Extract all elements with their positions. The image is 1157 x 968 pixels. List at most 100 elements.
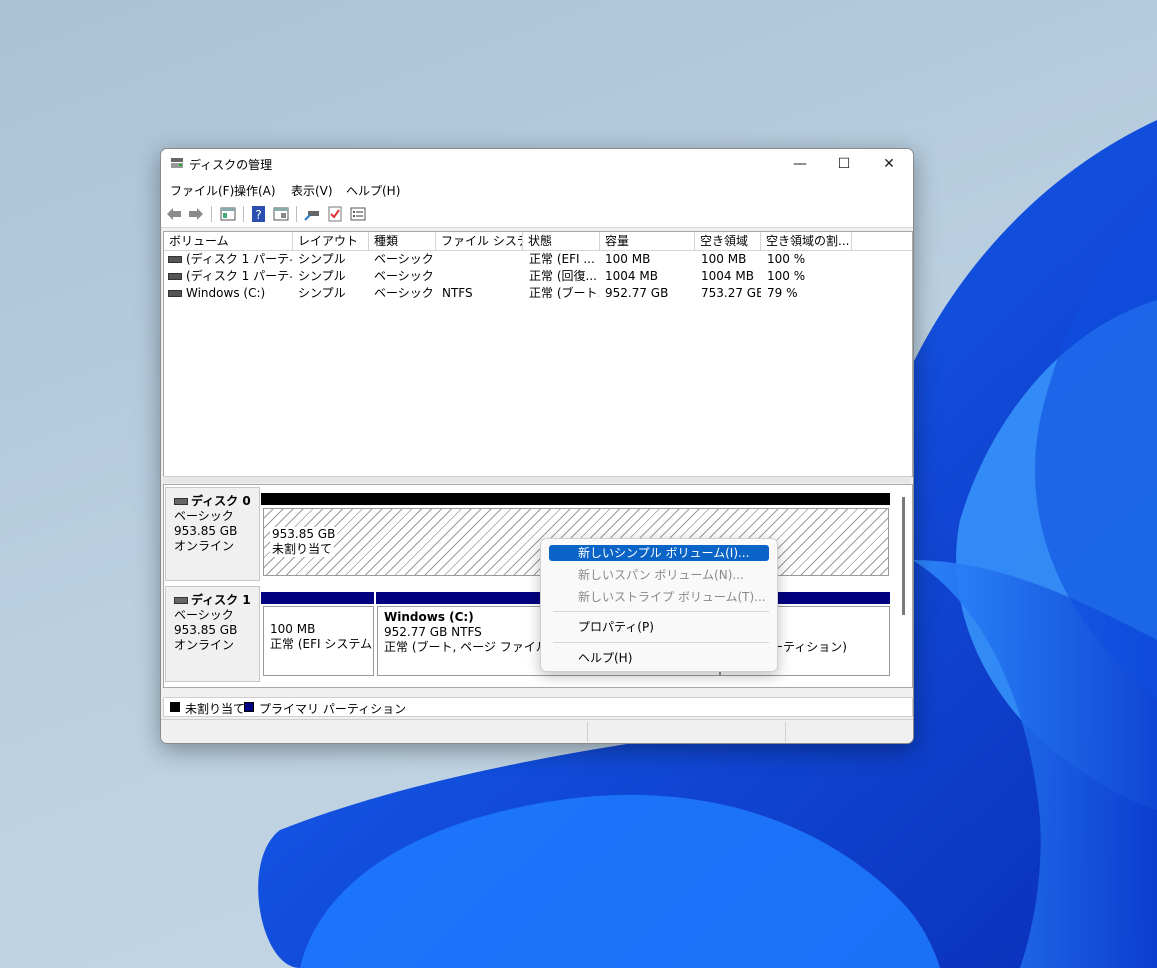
legend-primary-swatch <box>244 702 254 712</box>
menu-help-item[interactable]: ヘルプ(H) <box>549 650 769 666</box>
column-header-capacity[interactable]: 容量 <box>600 232 695 250</box>
volume-cell: (ディスク 1 パーティシ... <box>168 268 292 285</box>
title-bar: ディスクの管理 — ☐ ✕ <box>161 149 913 179</box>
efi-partition-bar <box>261 592 374 604</box>
column-header-status[interactable]: 状態 <box>523 232 600 250</box>
volume-list-header: ボリューム レイアウト 種類 ファイル システム 状態 容量 空き領域 空き領域… <box>164 232 912 251</box>
layout-cell: シンプル <box>298 252 346 266</box>
capacity-cell: 952.77 GB <box>605 286 669 300</box>
volume-row[interactable]: (ディスク 1 パーティシ... シンプル ベーシック 正常 (EFI ... … <box>164 251 912 268</box>
percent-free-cell: 100 % <box>767 269 806 283</box>
status-divider <box>587 722 588 742</box>
pane-splitter[interactable] <box>163 476 911 483</box>
capacity-cell: 1004 MB <box>605 269 658 283</box>
capacity-cell: 100 MB <box>605 252 651 266</box>
free-space-cell: 753.27 GB <box>701 286 761 300</box>
filesystem-cell: NTFS <box>442 286 473 300</box>
status-bar <box>161 719 913 743</box>
connect-disk-icon[interactable] <box>303 205 321 223</box>
toolbar-separator <box>243 206 244 222</box>
status-cell: 正常 (ブート... <box>529 286 599 300</box>
status-divider <box>785 722 786 742</box>
free-space-cell: 1004 MB <box>701 269 754 283</box>
window-title: ディスクの管理 <box>189 158 273 172</box>
disk-graph-view: ディスク 0 ベーシック 953.85 GB オンライン 953.85 GB 未… <box>163 484 913 688</box>
disk-0-label[interactable]: ディスク 0 ベーシック 953.85 GB オンライン <box>165 487 260 581</box>
check-icon[interactable] <box>326 205 344 223</box>
filesystem-cell <box>442 268 522 285</box>
menu-separator <box>553 611 769 612</box>
legend-unallocated-swatch <box>170 702 180 712</box>
disk-status: オンライン <box>174 539 235 553</box>
menu-view[interactable]: 表示(V) <box>291 182 333 199</box>
column-header-volume[interactable]: ボリューム <box>164 232 293 250</box>
type-cell: ベーシック <box>374 286 434 300</box>
disk-management-window: ディスクの管理 — ☐ ✕ ファイル(F) 操作(A) 表示(V) ヘルプ(H)… <box>160 148 914 744</box>
menu-bar: ファイル(F) 操作(A) 表示(V) ヘルプ(H) <box>161 179 913 201</box>
details-icon[interactable] <box>349 205 367 223</box>
volume-row[interactable]: (ディスク 1 パーティシ... シンプル ベーシック 正常 (回復... 10… <box>164 268 912 285</box>
free-space-cell: 100 MB <box>701 252 747 266</box>
efi-partition[interactable]: 100 MB 正常 (EFI システム パ <box>263 606 374 676</box>
drive-icon <box>168 273 182 280</box>
disk-type: ベーシック <box>174 509 234 523</box>
disk-1-label[interactable]: ディスク 1 ベーシック 953.85 GB オンライン <box>165 586 260 682</box>
legend: 未割り当て プライマリ パーティション <box>163 697 913 717</box>
unallocated-size: 953.85 GB <box>270 527 338 542</box>
legend-primary-label: プライマリ パーティション <box>259 702 407 716</box>
disk-icon <box>174 498 188 505</box>
disk-size: 953.85 GB <box>174 524 238 538</box>
menu-new-simple-volume[interactable]: 新しいシンプル ボリューム(I)... <box>549 545 769 561</box>
menu-new-striped-volume[interactable]: 新しいストライプ ボリューム(T)... <box>549 589 769 605</box>
volume-row[interactable]: Windows (C:) シンプル ベーシック NTFS 正常 (ブート... … <box>164 285 912 302</box>
filesystem-cell <box>442 251 522 268</box>
vertical-scrollbar[interactable] <box>902 497 905 615</box>
status-cell: 正常 (回復... <box>529 269 597 283</box>
disk-management-icon <box>171 158 183 168</box>
minimize-button[interactable]: — <box>777 149 823 179</box>
menu-help[interactable]: ヘルプ(H) <box>346 182 400 199</box>
layout-cell: シンプル <box>298 286 346 300</box>
drive-icon <box>168 256 182 263</box>
percent-free-cell: 79 % <box>767 286 798 300</box>
column-header-percent-free[interactable]: 空き領域の割... <box>761 232 852 250</box>
disk-name: ディスク 1 <box>191 593 251 607</box>
forward-arrow-icon[interactable] <box>187 205 205 223</box>
type-cell: ベーシック <box>374 252 434 266</box>
unallocated-label: 未割り当て <box>270 542 335 557</box>
status-cell: 正常 (EFI ... <box>529 252 595 266</box>
help-icon[interactable]: ? <box>250 205 268 223</box>
menu-separator <box>553 642 769 643</box>
volume-list: ボリューム レイアウト 種類 ファイル システム 状態 容量 空き領域 空き領域… <box>163 231 913 477</box>
menu-file[interactable]: ファイル(F) <box>170 182 234 199</box>
menu-action[interactable]: 操作(A) <box>234 182 276 199</box>
efi-size: 100 MB <box>270 622 316 636</box>
toolbar: ? <box>161 201 913 228</box>
column-header-layout[interactable]: レイアウト <box>293 232 369 250</box>
toolbar-separator <box>211 206 212 222</box>
layout-cell: シンプル <box>298 269 346 283</box>
column-header-filesystem[interactable]: ファイル システム <box>436 232 523 250</box>
back-arrow-icon[interactable] <box>165 205 183 223</box>
maximize-button[interactable]: ☐ <box>821 149 867 179</box>
svg-text:?: ? <box>255 208 261 222</box>
drive-icon <box>168 290 182 297</box>
column-header-type[interactable]: 種類 <box>369 232 436 250</box>
disk-status: オンライン <box>174 638 235 652</box>
volume-cell: (ディスク 1 パーティシ... <box>168 251 292 268</box>
disk-type: ベーシック <box>174 608 234 622</box>
console-tree-icon[interactable] <box>219 205 237 223</box>
close-button[interactable]: ✕ <box>866 149 912 179</box>
menu-properties[interactable]: プロパティ(P) <box>549 619 769 635</box>
menu-new-spanned-volume[interactable]: 新しいスパン ボリューム(N)... <box>549 567 769 583</box>
efi-status: 正常 (EFI システム パ <box>270 637 373 651</box>
toolbar-separator <box>296 206 297 222</box>
unallocated-bar <box>261 493 890 505</box>
legend-unallocated-label: 未割り当て <box>185 702 246 716</box>
disk-name: ディスク 0 <box>191 494 251 508</box>
properties-icon[interactable] <box>272 205 290 223</box>
disk-icon <box>174 597 188 604</box>
column-header-free-space[interactable]: 空き領域 <box>695 232 761 250</box>
context-menu: 新しいシンプル ボリューム(I)... 新しいスパン ボリューム(N)... 新… <box>540 538 778 672</box>
type-cell: ベーシック <box>374 269 434 283</box>
